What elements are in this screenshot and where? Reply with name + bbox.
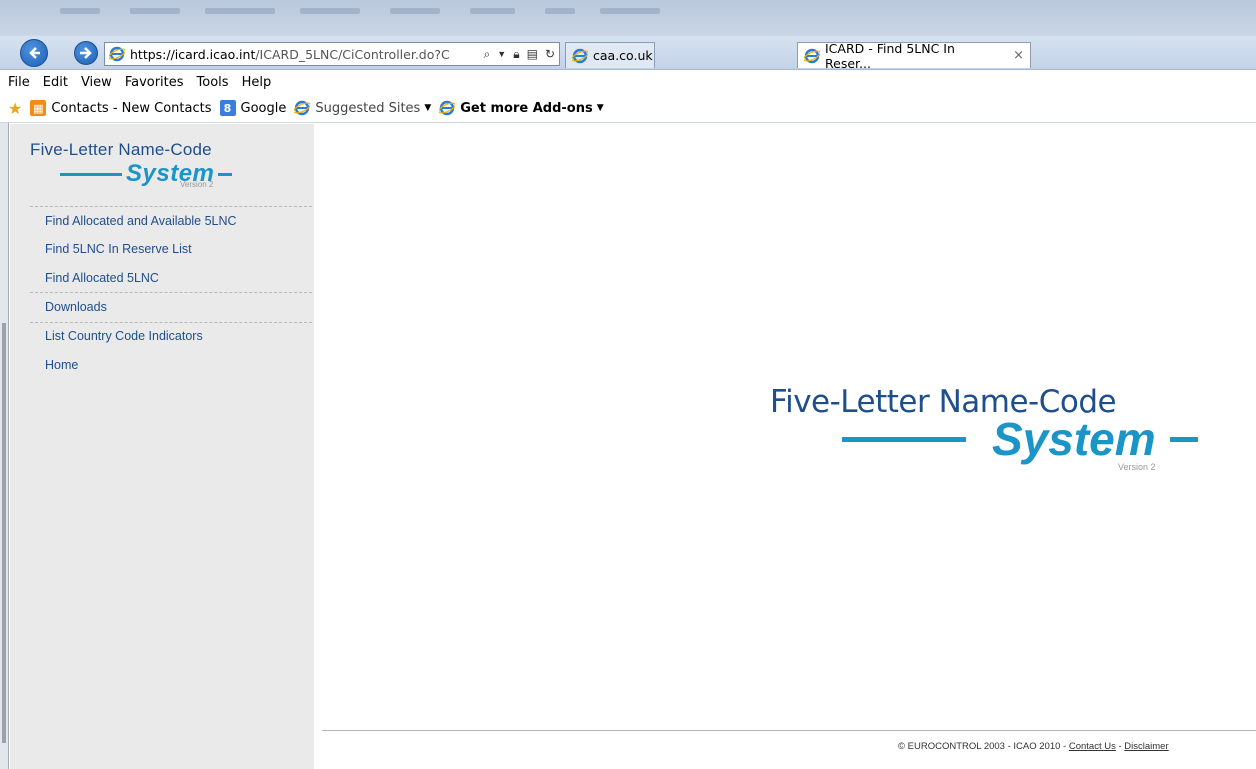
tab-caa[interactable]: caa.co.uk: [565, 42, 655, 68]
sidebar-link-find-reserve[interactable]: Find 5LNC In Reserve List: [45, 242, 192, 256]
fav-suggested-sites[interactable]: Suggested Sites ▼: [294, 100, 431, 116]
fav-google[interactable]: 8 Google: [219, 100, 286, 116]
logo-version: Version 2: [180, 180, 214, 189]
menu-edit[interactable]: Edit: [43, 75, 68, 90]
lock-icon[interactable]: 🔒︎: [513, 47, 519, 62]
logo-title: Five-Letter Name-Code: [30, 140, 212, 159]
menu-tools[interactable]: Tools: [197, 75, 229, 90]
sidebar-link-country-codes[interactable]: List Country Code Indicators: [45, 329, 203, 343]
back-button[interactable]: [20, 39, 48, 67]
sidebar-link-downloads[interactable]: Downloads: [45, 300, 107, 314]
back-arrow-icon: [29, 47, 40, 59]
sidebar-link-find-allocated[interactable]: Find Allocated 5LNC: [45, 271, 159, 285]
divider: [30, 206, 312, 207]
menu-favorites[interactable]: Favorites: [125, 75, 184, 90]
divider: [30, 322, 312, 323]
star-icon: ★: [8, 98, 23, 118]
main-logo-bar-left: [842, 436, 966, 442]
tab-label: ICARD - Find 5LNC In Reser...: [825, 40, 955, 71]
chevron-down-icon: ▼: [596, 103, 604, 113]
sidebar-link-find-allocated-available[interactable]: Find Allocated and Available 5LNC: [45, 214, 237, 228]
compatibility-icon[interactable]: ▤: [527, 47, 538, 61]
chevron-down-icon: ▼: [424, 103, 432, 113]
menu-help[interactable]: Help: [242, 75, 272, 90]
favorites-bar: ★ ▦ Contacts - New Contacts 8 Google Sug…: [0, 94, 1256, 123]
dropdown-icon[interactable]: ▼: [497, 49, 506, 59]
forward-arrow-icon: [80, 47, 92, 59]
main-logo-version: Version 2: [1118, 462, 1156, 472]
menu-file[interactable]: File: [8, 75, 30, 90]
footer: © EUROCONTROL 2003 - ICAO 2010 - Contact…: [898, 741, 1169, 752]
fav-get-addons[interactable]: Get more Add-ons ▼: [439, 100, 604, 116]
window-left-edge: [0, 123, 9, 769]
tab-label: caa.co.uk: [593, 48, 653, 63]
sidebar-logo[interactable]: Five-Letter Name-Code System Version 2: [30, 140, 270, 200]
sidebar: Five-Letter Name-Code System Version 2 F…: [10, 124, 314, 769]
forward-button[interactable]: [74, 41, 98, 65]
menu-view[interactable]: View: [81, 75, 112, 90]
navigation-bar: https://icard.icao.int/ICARD_5LNC/CiCont…: [0, 36, 1256, 71]
disclaimer-link[interactable]: Disclaimer: [1124, 741, 1168, 752]
address-bar[interactable]: https://icard.icao.int/ICARD_5LNC/CiCont…: [104, 42, 560, 66]
tab-icard[interactable]: ICARD - Find 5LNC In Reser... ×: [797, 40, 1031, 71]
address-url: https://icard.icao.int/ICARD_5LNC/CiCont…: [130, 46, 450, 62]
main-logo-system: System: [992, 413, 1156, 465]
close-tab-icon[interactable]: ×: [1013, 48, 1024, 63]
main-logo: Five-Letter Name-Code System Version 2: [770, 384, 1230, 484]
google-icon: 8: [219, 100, 236, 116]
contacts-icon: ▦: [30, 100, 47, 116]
background-window-strip: [0, 0, 1256, 36]
search-icon[interactable]: ⌕: [484, 47, 491, 62]
logo-bar-right: [218, 172, 233, 176]
ie-page-icon: [572, 48, 588, 64]
refresh-icon[interactable]: ↻: [545, 47, 555, 61]
main-logo-bar-right: [1169, 436, 1198, 442]
ie-page-icon: [439, 100, 456, 116]
footer-copyright: © EUROCONTROL 2003 - ICAO 2010 -: [898, 741, 1069, 752]
scrollbar-thumb[interactable]: [2, 323, 6, 743]
divider: [30, 292, 312, 293]
ie-page-icon: [294, 100, 311, 116]
ie-page-icon: [109, 46, 125, 62]
footer-divider: [322, 730, 1256, 731]
favorites-star-button[interactable]: ★: [8, 99, 22, 118]
menu-bar: File Edit View Favorites Tools Help: [0, 70, 1256, 94]
sidebar-link-home[interactable]: Home: [45, 358, 78, 372]
contact-us-link[interactable]: Contact Us: [1069, 741, 1116, 752]
ie-page-icon: [804, 48, 820, 64]
fav-contacts[interactable]: ▦ Contacts - New Contacts: [30, 100, 212, 116]
logo-bar-left: [60, 172, 122, 176]
